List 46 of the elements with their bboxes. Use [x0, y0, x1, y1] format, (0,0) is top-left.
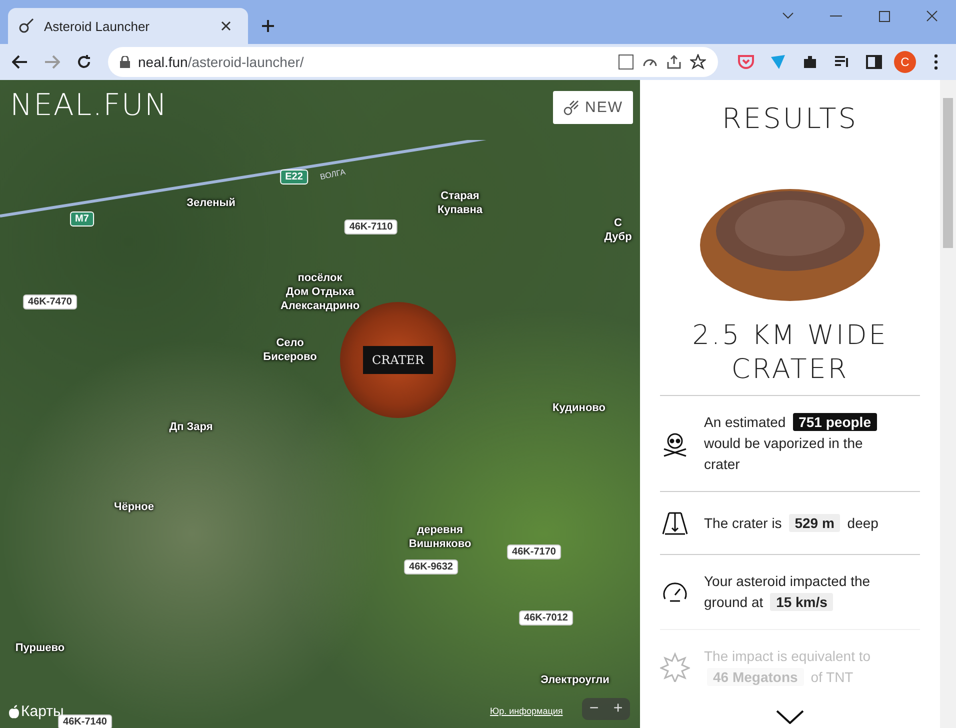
- place-label: С Дубр: [604, 216, 632, 244]
- zoom-in-button[interactable]: +: [606, 698, 630, 720]
- crater-headline: 2.5 KM WIDE CRATER: [691, 319, 889, 387]
- site-logo[interactable]: NEAL.FUN: [10, 88, 168, 123]
- url-text: neal.fun/asteroid-launcher/: [138, 54, 305, 70]
- place-label: Старая Купавна: [437, 189, 483, 217]
- meteor-icon: [563, 100, 579, 116]
- result-text: The crater is 529 m deep: [704, 512, 878, 534]
- road-number-sign: M7: [70, 212, 94, 226]
- road-number-sign: 46K-7012: [519, 610, 573, 626]
- place-label: Зеленый: [186, 196, 236, 210]
- chevron-down-icon[interactable]: [776, 710, 804, 724]
- results-title: RESULTS: [722, 102, 858, 135]
- tab-title: Asteroid Launcher: [44, 18, 151, 34]
- share-icon[interactable]: [666, 54, 682, 70]
- place-label: Электроугли: [540, 673, 610, 687]
- scrollbar-thumb[interactable]: [943, 98, 953, 248]
- road-number-sign: 46K-9632: [404, 560, 458, 574]
- road-number-sign: E22: [280, 170, 308, 184]
- meteor-icon: [18, 18, 34, 34]
- result-text: Your asteroid impacted the ground at 15 km/s: [704, 572, 872, 613]
- road-name: ВОЛГА: [319, 167, 346, 182]
- star-icon[interactable]: [690, 54, 706, 70]
- legal-link[interactable]: Юр. информация: [490, 706, 563, 716]
- road-number-sign: 46K-7110: [344, 220, 398, 234]
- explosion-icon: [660, 652, 690, 682]
- place-label: Пуршево: [15, 641, 65, 655]
- result-text: An estimated 751 people would be vaporized in the crater: [704, 412, 889, 475]
- place-label: Дп Заря: [169, 420, 213, 434]
- profile-avatar[interactable]: C: [894, 51, 916, 73]
- browser-tab[interactable]: Asteroid Launcher: [8, 8, 248, 44]
- place-label: Чёрное: [114, 500, 154, 514]
- impact-label: CRATER: [362, 346, 434, 374]
- satellite-map[interactable]: [0, 80, 640, 728]
- road-number-sign: 46K-7170: [507, 544, 561, 560]
- place-label: Село Бисерово: [263, 336, 317, 364]
- lock-icon: [120, 56, 130, 68]
- address-bar[interactable]: neal.fun/asteroid-launcher/: [108, 47, 718, 77]
- road-number-sign: 46K-7470: [23, 294, 77, 310]
- road-number-sign: 46K-7140: [58, 714, 112, 728]
- new-button[interactable]: NEW: [553, 91, 633, 124]
- place-label: Кудиново: [552, 401, 606, 415]
- zoom-out-button[interactable]: −: [582, 698, 606, 720]
- place-label: посёлок Дом Отдыха Александрино: [280, 271, 360, 313]
- apple-logo-icon: [8, 704, 20, 718]
- place-label: деревня Вишняково: [408, 523, 472, 551]
